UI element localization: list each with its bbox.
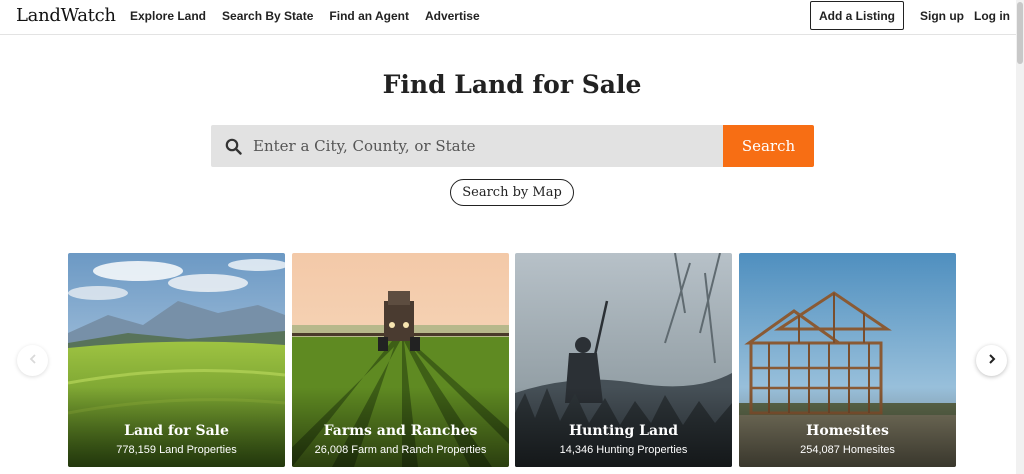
category-card-homesites[interactable]: Homesites 254,087 Homesites xyxy=(739,253,956,467)
chevron-right-icon xyxy=(986,352,998,370)
card-property-count: 254,087 Homesites xyxy=(800,444,895,456)
card-title: Farms and Ranches xyxy=(323,423,478,439)
card-property-count: 778,159 Land Properties xyxy=(116,444,237,456)
carousel-prev-button[interactable] xyxy=(17,345,48,376)
landwatch-logo[interactable]: LandWatch xyxy=(16,5,116,26)
card-title: Land for Sale xyxy=(124,423,229,439)
search-button[interactable]: Search xyxy=(723,125,814,167)
log-in-link[interactable]: Log in xyxy=(974,9,1010,23)
nav-search-by-state[interactable]: Search By State xyxy=(222,9,313,23)
nav-find-an-agent[interactable]: Find an Agent xyxy=(329,9,409,23)
top-navigation-bar: LandWatch Explore Land Search By State F… xyxy=(0,0,1024,35)
main-nav: Explore Land Search By State Find an Age… xyxy=(130,9,496,23)
card-title: Homesites xyxy=(806,423,889,439)
category-card-hunting-land[interactable]: Hunting Land 14,346 Hunting Properties xyxy=(515,253,732,467)
chevron-left-icon xyxy=(27,352,39,370)
search-icon xyxy=(223,136,243,156)
location-search-bar xyxy=(211,125,724,167)
nav-advertise[interactable]: Advertise xyxy=(425,9,480,23)
sign-up-link[interactable]: Sign up xyxy=(920,9,964,23)
location-search-input[interactable] xyxy=(243,125,724,167)
scrollbar-thumb[interactable] xyxy=(1017,2,1023,64)
card-property-count: 26,008 Farm and Ranch Properties xyxy=(314,444,487,456)
category-card-land-for-sale[interactable]: Land for Sale 778,159 Land Properties xyxy=(68,253,285,467)
card-title: Hunting Land xyxy=(568,423,679,439)
page-title: Find Land for Sale xyxy=(382,70,642,99)
add-listing-button[interactable]: Add a Listing xyxy=(810,1,904,30)
card-property-count: 14,346 Hunting Properties xyxy=(559,444,688,456)
category-card-farms-and-ranches[interactable]: Farms and Ranches 26,008 Farm and Ranch … xyxy=(292,253,509,467)
carousel-next-button[interactable] xyxy=(976,345,1007,376)
nav-explore-land[interactable]: Explore Land xyxy=(130,9,206,23)
search-by-map-button[interactable]: Search by Map xyxy=(450,179,574,206)
